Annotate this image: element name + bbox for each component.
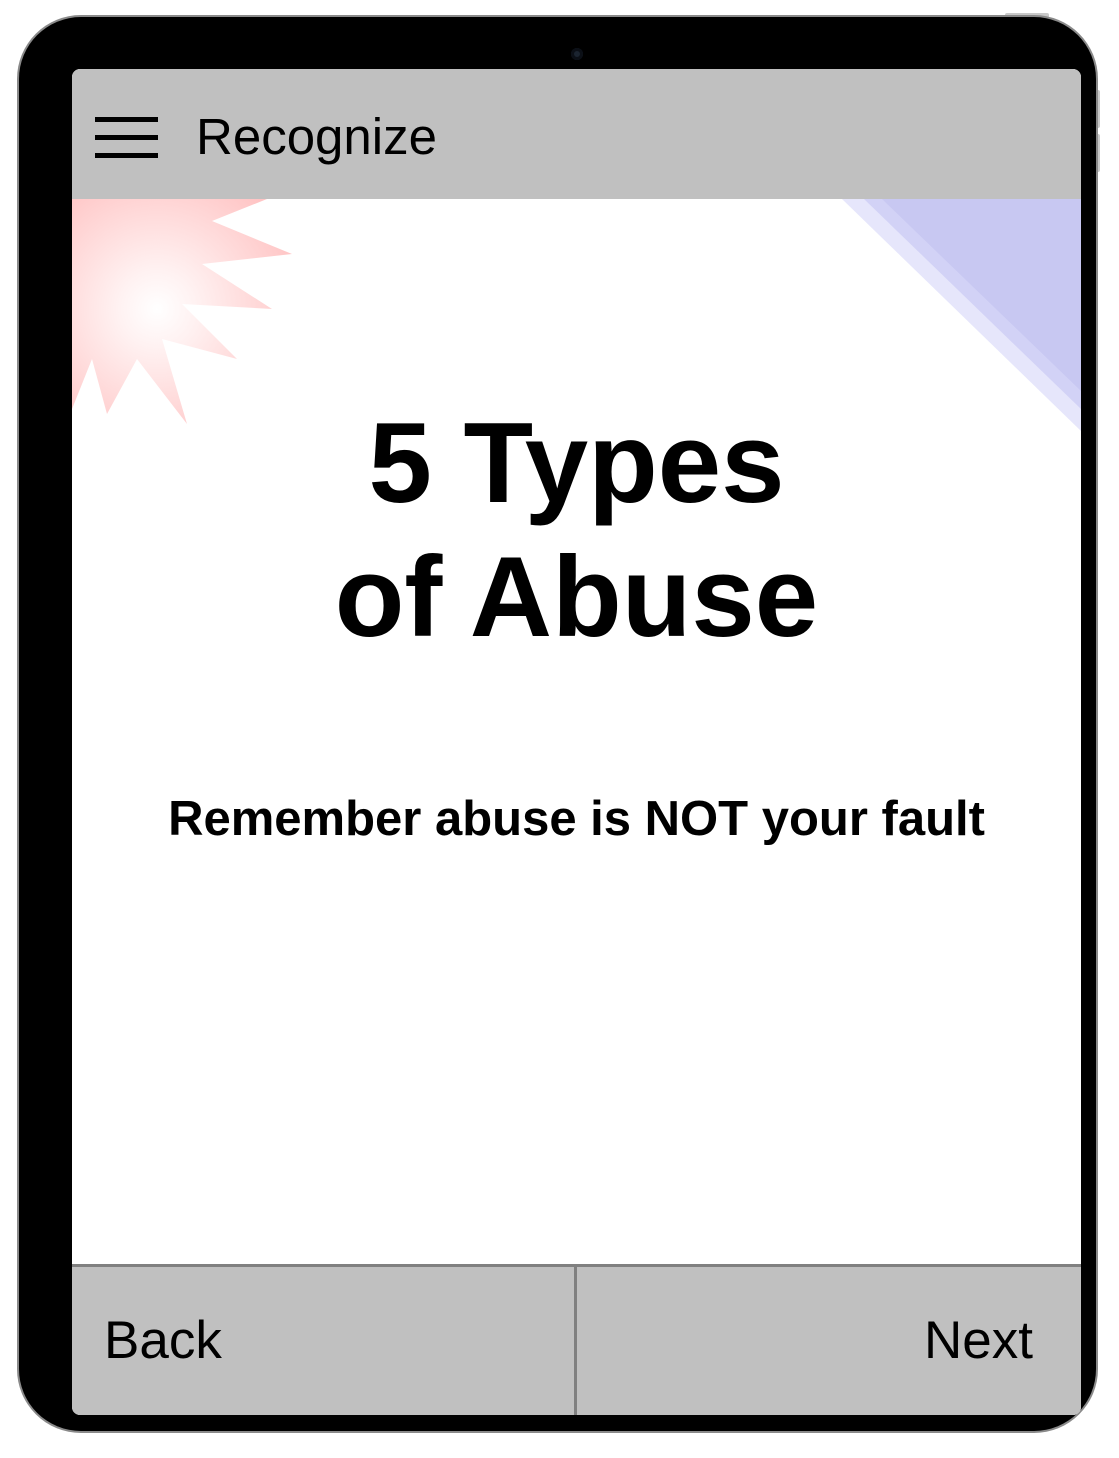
page-title: Recognize [196,108,437,165]
footer-divider [574,1267,577,1415]
subtitle: Remember abuse is NOT your fault [168,792,985,846]
back-button[interactable]: Back [104,1267,222,1415]
app-header: Recognize [72,69,1081,199]
main-heading: 5 Types of Abuse [72,397,1081,665]
heading-line-2: of Abuse [334,534,819,661]
next-button[interactable]: Next [924,1267,1033,1415]
tablet-frame: Recognize 5 Types of Abuse Remember abus… [19,17,1096,1431]
screen: Recognize 5 Types of Abuse Remember abus… [72,69,1081,1415]
heading-line-1: 5 Types [368,400,785,527]
front-camera [571,48,583,60]
footer-nav: Back Next [72,1264,1081,1415]
hamburger-menu-icon[interactable] [95,117,158,159]
